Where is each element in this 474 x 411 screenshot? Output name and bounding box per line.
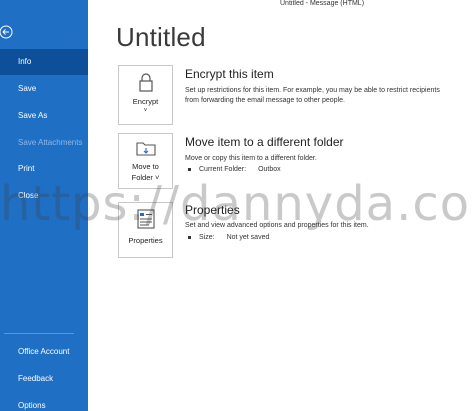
folder-icon [135, 142, 156, 156]
size-row: Size: Not yet saved [188, 234, 269, 241]
encrypt-title: Encrypt this item [185, 67, 274, 81]
nav-save[interactable]: Save [0, 76, 88, 102]
encrypt-desc-line2: from forwarding the email message to oth… [185, 97, 345, 104]
move-desc: Move or copy this item to a different fo… [185, 155, 317, 162]
nav-office-account[interactable]: Office Account [0, 339, 88, 365]
current-folder-value: Outbox [258, 166, 281, 173]
sidebar-divider [4, 333, 74, 334]
nav-feedback[interactable]: Feedback [0, 366, 88, 392]
properties-button-label: Properties [128, 236, 163, 245]
properties-title: Properties [185, 203, 240, 217]
nav-save-as[interactable]: Save As [0, 103, 88, 129]
page-title: Untitled [116, 22, 206, 52]
properties-desc: Set and view advanced options and proper… [185, 222, 369, 229]
nav-print[interactable]: Print [0, 156, 88, 182]
properties-icon [136, 209, 155, 229]
nav-save-attachments: Save Attachments [18, 138, 83, 147]
current-folder-row: Current Folder: Outbox [188, 166, 281, 173]
move-button-label-line1: Move to [132, 162, 159, 171]
back-button[interactable] [0, 24, 16, 40]
size-value: Not yet saved [226, 234, 270, 241]
properties-button[interactable]: Properties [118, 202, 173, 258]
back-arrow-icon [0, 25, 13, 39]
move-title: Move item to a different folder [185, 135, 344, 149]
window-title: Untitled - Message (HTML) [280, 0, 365, 7]
bullet-dot [188, 235, 191, 239]
current-folder-label: Current Folder: [199, 166, 247, 173]
move-button-label-line2: Folder ˅ [131, 173, 160, 182]
nav-info[interactable]: Info [0, 49, 88, 75]
move-to-folder-button[interactable]: Move to Folder ˅ [118, 133, 173, 189]
encrypt-desc-line1: Set up restrictions for this item. For e… [185, 87, 440, 94]
nav-options[interactable]: Options [0, 393, 88, 411]
encrypt-button[interactable]: Encrypt ˅ [118, 65, 173, 125]
bullet-dot [188, 167, 191, 171]
backstage-sidebar: Info Save Save As Save Attachments Print… [0, 0, 88, 411]
padlock-icon [138, 73, 153, 92]
nav-close[interactable]: Close [0, 183, 88, 209]
size-label: Size: [199, 234, 215, 241]
chevron-down-icon: ˅ [143, 108, 148, 114]
